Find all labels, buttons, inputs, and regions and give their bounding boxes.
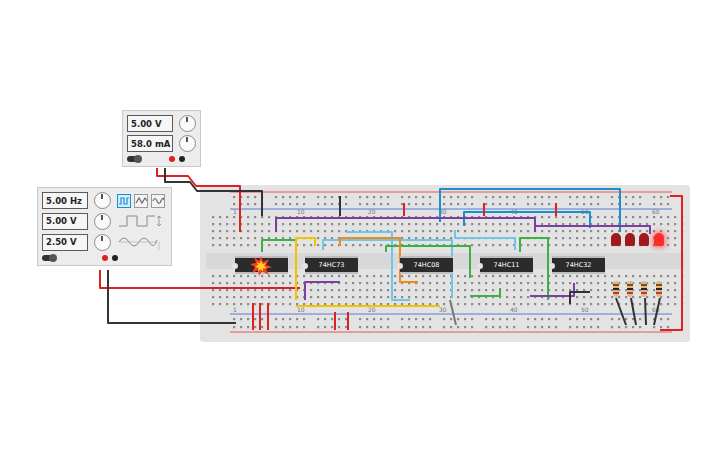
current-row: 58.0 mA (127, 135, 196, 152)
amplitude-knob-icon[interactable] (94, 213, 111, 230)
wire[interactable] (259, 303, 261, 330)
wire[interactable] (339, 196, 341, 216)
column-number: 1 (233, 306, 237, 313)
ic-chip[interactable] (235, 256, 288, 274)
wire[interactable] (660, 196, 682, 330)
wire[interactable] (616, 298, 626, 325)
positive-terminal[interactable] (169, 156, 175, 162)
waveform-buttons (117, 194, 165, 208)
led[interactable] (639, 233, 649, 246)
ic-chip[interactable]: 74HC32 (552, 256, 605, 274)
resistor[interactable] (627, 281, 633, 297)
led[interactable] (625, 233, 635, 246)
wire[interactable] (645, 298, 646, 325)
led[interactable] (611, 233, 621, 246)
column-number: 30 (439, 306, 447, 313)
current-display: 58.0 mA (127, 135, 173, 152)
explosion-icon (250, 256, 272, 276)
wire[interactable] (165, 168, 262, 216)
wire[interactable] (535, 226, 650, 234)
wires (0, 0, 725, 453)
wire[interactable] (570, 292, 590, 304)
power-toggle[interactable] (127, 156, 141, 162)
wire[interactable] (267, 303, 269, 330)
amplitude-diagram-icon (117, 212, 163, 230)
voltage-display: 5.00 V (127, 115, 173, 132)
offset-knob-icon[interactable] (94, 234, 111, 251)
wire[interactable] (450, 300, 456, 325)
voltage-row: 5.00 V (127, 115, 196, 132)
column-number: 20 (368, 208, 376, 215)
wire[interactable] (631, 298, 636, 325)
circuit-canvas[interactable]: 5.00 V 58.0 mA 5.00 Hz 5.00 V 2.50 V 1 10 20 30 4… (0, 0, 725, 453)
offset-row: 2.50 V (42, 233, 167, 251)
positive-terminal[interactable] (102, 255, 108, 261)
wire[interactable] (108, 270, 236, 323)
wire[interactable] (470, 288, 500, 296)
sine-wave-icon (152, 195, 164, 207)
waveform-button[interactable] (134, 194, 148, 208)
wire[interactable] (530, 283, 574, 296)
negative-terminal[interactable] (112, 255, 118, 261)
offset-diagram-icon (117, 233, 163, 251)
wire[interactable] (347, 312, 349, 330)
wire[interactable] (276, 218, 535, 232)
wire[interactable] (555, 203, 557, 216)
wire[interactable] (157, 168, 240, 232)
column-number: 10 (297, 208, 305, 215)
resistor[interactable] (656, 281, 662, 297)
amplitude-row: 5.00 V (42, 212, 167, 230)
wire[interactable] (386, 246, 470, 278)
column-number: 10 (297, 306, 305, 313)
generator-footer (42, 254, 167, 262)
square-wave-icon (118, 195, 130, 207)
frequency-knob-icon[interactable] (94, 192, 111, 209)
wire[interactable] (252, 303, 254, 330)
amplitude-display: 5.00 V (42, 213, 88, 230)
waveform-button[interactable] (117, 194, 131, 208)
offset-display: 2.50 V (42, 234, 88, 251)
column-number: 40 (510, 306, 518, 313)
wire[interactable] (403, 203, 405, 216)
wire[interactable] (483, 203, 485, 216)
ic-chip[interactable]: 74HC73 (305, 256, 358, 274)
power-footer (127, 155, 196, 163)
frequency-row: 5.00 Hz (42, 192, 167, 209)
resistor[interactable] (641, 281, 647, 297)
column-number: 50 (581, 306, 589, 313)
column-number: 1 (233, 208, 237, 215)
generator-toggle[interactable] (42, 255, 56, 261)
power-supply[interactable]: 5.00 V 58.0 mA (122, 110, 201, 167)
resistor[interactable] (613, 281, 619, 297)
ic-chip[interactable]: 74HC08 (400, 256, 453, 274)
negative-terminal[interactable] (179, 156, 185, 162)
wire[interactable] (296, 305, 440, 307)
voltage-knob-icon[interactable] (179, 115, 196, 132)
ic-chip[interactable]: 74HC11 (480, 256, 533, 274)
wire[interactable] (654, 298, 660, 325)
wire[interactable] (305, 282, 340, 300)
current-knob-icon[interactable] (179, 135, 196, 152)
triangle-wave-icon (135, 195, 147, 207)
frequency-display: 5.00 Hz (42, 192, 88, 209)
waveform-button[interactable] (151, 194, 165, 208)
column-number: 20 (368, 306, 376, 313)
column-number: 60 (652, 208, 660, 215)
wire[interactable] (262, 240, 296, 252)
wire[interactable] (334, 312, 336, 330)
led[interactable] (654, 233, 664, 246)
function-generator[interactable]: 5.00 Hz 5.00 V 2.50 V (37, 187, 172, 266)
